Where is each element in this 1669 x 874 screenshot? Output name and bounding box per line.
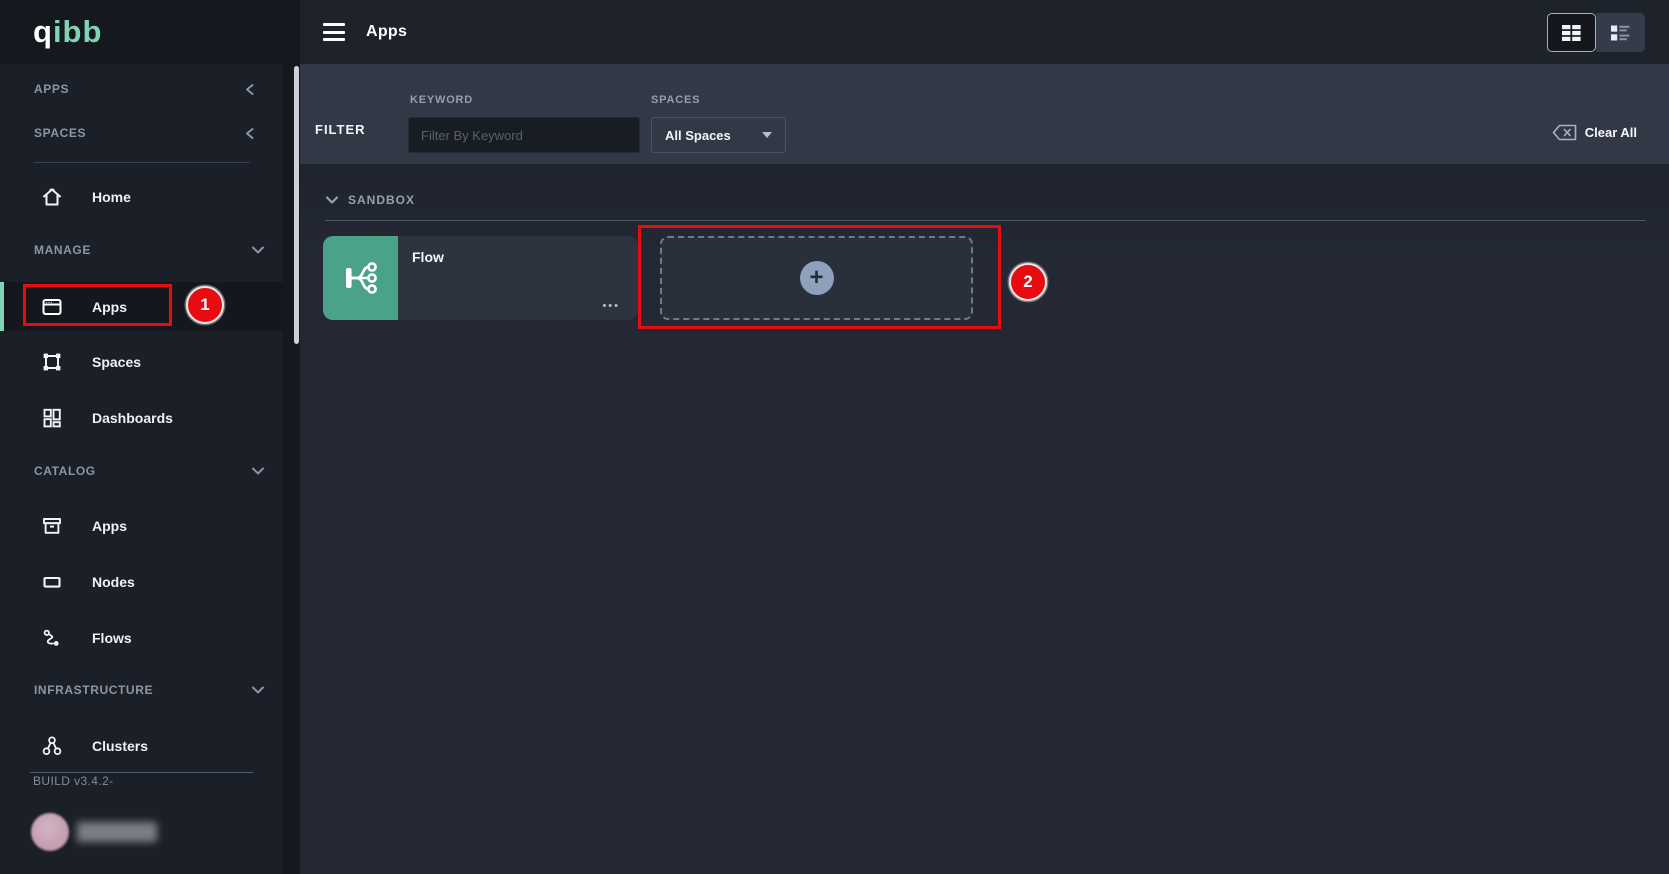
- caret-down-icon: [762, 132, 772, 138]
- sidebar-section-infrastructure[interactable]: INFRASTRUCTURE: [0, 676, 283, 704]
- user-name-redacted: [77, 822, 157, 842]
- annotation-step1-badge: 1: [186, 286, 224, 324]
- sidebar-section-catalog[interactable]: CATALOG: [0, 457, 283, 485]
- filter-label: FILTER: [315, 122, 366, 137]
- sandbox-section-header[interactable]: SANDBOX: [325, 188, 415, 212]
- sidebar-infrastructure-label: INFRASTRUCTURE: [34, 683, 153, 697]
- sidebar-item-apps-collapsed[interactable]: APPS: [0, 75, 283, 103]
- logo-ibb: ibb: [53, 14, 103, 49]
- sidebar-divider: [34, 162, 250, 163]
- clear-all-label: Clear All: [1585, 125, 1637, 140]
- sidebar-spaces-manage-label: Spaces: [92, 354, 141, 370]
- sidebar-spaces-collapsed-label: SPACES: [34, 126, 86, 140]
- sidebar-home-label: Home: [92, 189, 131, 205]
- sidebar-footer-divider: [30, 772, 253, 773]
- home-icon: [40, 185, 64, 209]
- chevron-down-icon: [251, 245, 265, 255]
- annotation-box-step2: [638, 225, 1001, 329]
- sidebar-item-home[interactable]: Home: [0, 177, 283, 217]
- node-rect-icon: [40, 570, 64, 594]
- sidebar-catalog-label: CATALOG: [34, 464, 96, 478]
- page-title: Apps: [366, 0, 407, 64]
- section-divider: [325, 220, 1646, 221]
- filter-bar: FILTER KEYWORD SPACES All Spaces Clear A…: [300, 64, 1669, 164]
- sidebar-apps-catalog-label: Apps: [92, 518, 127, 534]
- keyword-label: KEYWORD: [410, 94, 473, 106]
- user-avatar[interactable]: [31, 813, 69, 851]
- chevron-down-icon: [251, 466, 265, 476]
- sidebar-flows-label: Flows: [92, 630, 132, 646]
- chevron-left-icon: [244, 127, 255, 140]
- app-root: APPS SPACES Home MANAGE: [0, 0, 1669, 874]
- topbar: Apps: [300, 0, 1669, 64]
- app-card-badge: [323, 236, 398, 320]
- spaces-dropdown[interactable]: All Spaces: [651, 117, 786, 153]
- sidebar: APPS SPACES Home MANAGE: [0, 0, 283, 874]
- sidebar-item-dashboards[interactable]: Dashboards: [0, 398, 283, 438]
- spaces-dropdown-value: All Spaces: [665, 128, 731, 143]
- sidebar-clusters-label: Clusters: [92, 738, 148, 754]
- app-card-body: Flow •••: [398, 236, 638, 320]
- sidebar-item-spaces-collapsed[interactable]: SPACES: [0, 119, 283, 147]
- sidebar-item-flows[interactable]: Flows: [0, 618, 283, 658]
- sidebar-item-nodes[interactable]: Nodes: [0, 562, 283, 602]
- sidebar-section-manage[interactable]: MANAGE: [0, 236, 283, 264]
- sidebar-scrollbar-track: [283, 64, 300, 874]
- flow-squiggle-icon: [40, 626, 64, 650]
- annotation-step2-badge: 2: [1009, 263, 1047, 301]
- qibb-logo: qibb: [33, 14, 102, 50]
- sidebar-apps-collapsed-label: APPS: [34, 82, 69, 96]
- dashboard-grid-icon: [40, 406, 64, 430]
- annotation-box-step1: [23, 284, 172, 326]
- chevron-down-icon: [251, 685, 265, 695]
- spaces-label: SPACES: [651, 94, 700, 106]
- grid-view-icon: [1562, 25, 1581, 41]
- sidebar-manage-label: MANAGE: [34, 243, 91, 257]
- chevron-left-icon: [244, 83, 255, 96]
- sidebar-nodes-label: Nodes: [92, 574, 135, 590]
- sidebar-scrollbar-thumb[interactable]: [294, 66, 299, 344]
- archive-box-icon: [40, 514, 64, 538]
- sidebar-item-spaces-manage[interactable]: Spaces: [0, 342, 283, 382]
- grid-view-button[interactable]: [1547, 13, 1596, 52]
- sandbox-section-label: SANDBOX: [348, 193, 415, 207]
- app-card-title: Flow: [412, 249, 444, 265]
- cluster-nodes-icon: [40, 734, 64, 758]
- build-version-label: BUILD v3.4.2-: [33, 774, 114, 788]
- logo-q: q: [33, 14, 53, 49]
- clear-all-button[interactable]: Clear All: [1552, 124, 1637, 141]
- view-toggle-group: [1547, 13, 1645, 52]
- list-view-button[interactable]: [1596, 13, 1645, 52]
- flow-branch-icon: [338, 255, 384, 301]
- hamburger-menu-icon[interactable]: [323, 23, 345, 41]
- sidebar-item-clusters[interactable]: Clusters: [0, 726, 283, 766]
- list-view-icon: [1611, 25, 1630, 41]
- chevron-down-icon: [325, 195, 339, 205]
- more-options-icon[interactable]: •••: [602, 300, 620, 312]
- keyword-input[interactable]: [408, 117, 640, 153]
- frame-corners-icon: [40, 350, 64, 374]
- app-card-flow[interactable]: Flow •••: [323, 236, 638, 320]
- logo-container: qibb: [0, 0, 300, 64]
- clear-filter-icon: [1552, 124, 1577, 141]
- sidebar-dashboards-label: Dashboards: [92, 410, 173, 426]
- sidebar-item-apps-catalog[interactable]: Apps: [0, 506, 283, 546]
